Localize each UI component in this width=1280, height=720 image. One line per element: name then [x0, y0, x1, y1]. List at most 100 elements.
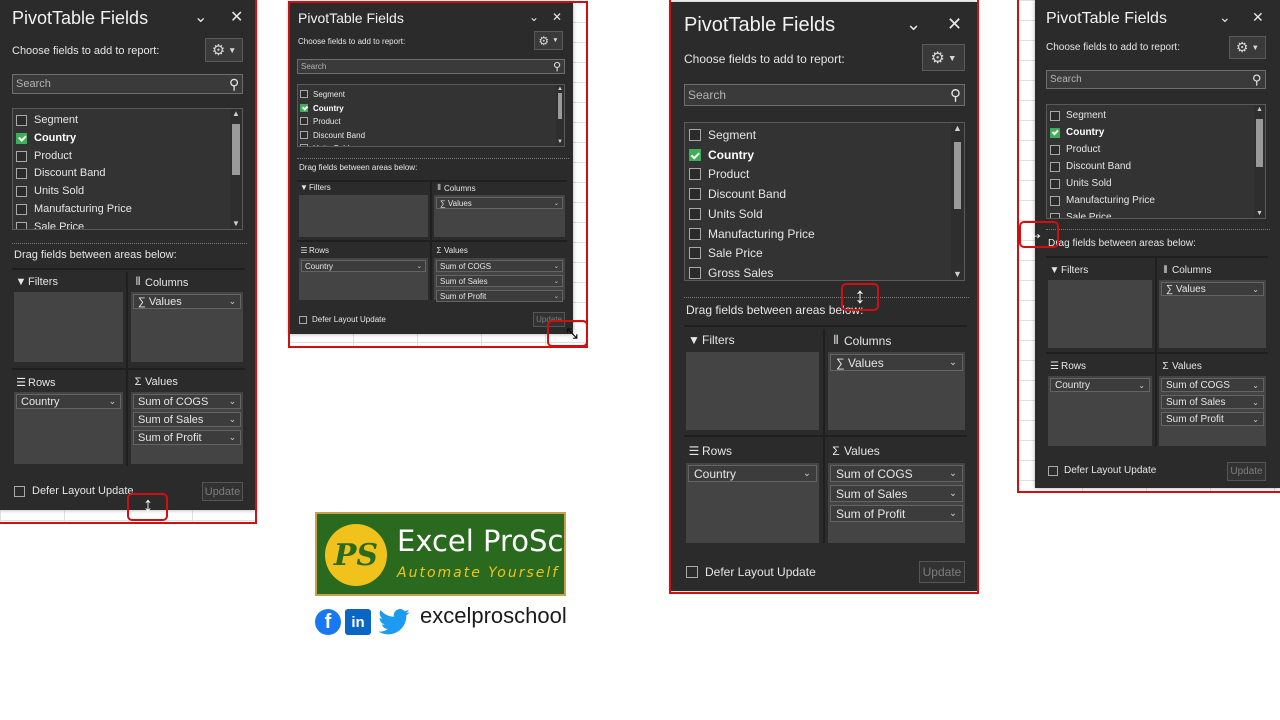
field-chip[interactable]: Sum of Profit ⌄	[830, 505, 963, 522]
field-checkbox[interactable]	[16, 167, 27, 179]
field-item[interactable]: Country	[689, 145, 951, 165]
field-checkbox[interactable]	[689, 208, 701, 220]
field-checkbox[interactable]	[300, 131, 308, 139]
chevron-down-icon[interactable]: ⌄	[109, 396, 116, 407]
chevron-down-icon[interactable]: ⌄	[229, 396, 236, 407]
field-chip[interactable]: Country ⌄	[1050, 378, 1150, 392]
settings-button[interactable]: ⚙ ▼	[205, 38, 243, 62]
field-checkbox[interactable]	[689, 267, 701, 279]
field-checkbox[interactable]	[1050, 144, 1060, 155]
field-item[interactable]: Sale Price	[689, 243, 951, 263]
field-list-scrollbar[interactable]: ▲ ▼	[230, 109, 242, 229]
scroll-down-icon[interactable]: ▼	[1254, 210, 1265, 217]
field-checkbox[interactable]	[1050, 127, 1060, 138]
field-checkbox[interactable]	[689, 168, 701, 180]
field-item[interactable]: Product	[1050, 141, 1254, 158]
defer-layout-update[interactable]: Defer Layout Update	[1048, 465, 1156, 476]
chevron-down-icon[interactable]: ⌄	[1138, 381, 1145, 390]
field-checkbox[interactable]	[1050, 212, 1060, 218]
chevron-down-icon[interactable]: ⌄	[1252, 381, 1259, 390]
field-item[interactable]: Discount Band	[689, 184, 951, 204]
field-checkbox[interactable]	[300, 117, 308, 125]
chevron-down-icon[interactable]: ⌄	[949, 468, 957, 479]
settings-button[interactable]: ⚙ ▼	[922, 44, 965, 71]
chevron-down-icon[interactable]: ⌄	[554, 199, 559, 207]
field-checkbox[interactable]	[1050, 161, 1060, 172]
field-list[interactable]: Segment Country Product Discount Band Units …	[12, 108, 243, 230]
settings-button[interactable]: ⚙ ▼	[534, 31, 563, 50]
chevron-down-icon[interactable]: ⌄	[1252, 398, 1259, 407]
scroll-down-icon[interactable]: ▼	[230, 220, 242, 228]
field-chip[interactable]: Sum of COGS ⌄	[830, 465, 963, 482]
field-item[interactable]: Segment	[689, 125, 951, 145]
field-item[interactable]: Segment	[16, 111, 230, 129]
chevron-down-icon[interactable]: ⌄	[529, 11, 539, 23]
chevron-down-icon[interactable]: ⌄	[949, 508, 957, 519]
scroll-up-icon[interactable]: ▲	[951, 124, 964, 133]
chevron-down-icon[interactable]: ⌄	[554, 277, 559, 285]
scroll-down-icon[interactable]: ▼	[951, 270, 964, 279]
field-list[interactable]: Segment Country Product Discount Band Units …	[684, 122, 965, 281]
field-item[interactable]: Country	[1050, 124, 1254, 141]
filters-area[interactable]	[14, 292, 123, 362]
update-button[interactable]: Update	[533, 312, 565, 327]
field-chip[interactable]: Sum of Sales ⌄	[1161, 395, 1264, 409]
defer-checkbox[interactable]	[299, 315, 307, 324]
field-item[interactable]: Manufacturing Price	[16, 200, 230, 218]
defer-checkbox[interactable]	[14, 485, 25, 497]
field-chip[interactable]: Sum of Sales ⌄	[133, 412, 241, 427]
search-input[interactable]: Search ⚲	[684, 84, 965, 106]
field-item[interactable]: Segment	[300, 87, 556, 101]
scroll-up-icon[interactable]: ▲	[1254, 106, 1265, 113]
field-checkbox[interactable]	[16, 221, 27, 229]
field-checkbox[interactable]	[300, 144, 308, 146]
field-item[interactable]: Sale Price	[1050, 209, 1254, 218]
update-button[interactable]: Update	[202, 482, 243, 501]
search-input[interactable]: Search ⚲	[12, 74, 243, 94]
field-chip[interactable]: ∑ Values ⌄	[1161, 282, 1264, 296]
settings-button[interactable]: ⚙ ▼	[1229, 36, 1266, 59]
field-checkbox[interactable]	[1050, 195, 1060, 206]
field-chip[interactable]: Sum of COGS ⌄	[133, 394, 241, 409]
field-list-scrollbar[interactable]: ▲ ▼	[951, 123, 964, 280]
chevron-down-icon[interactable]: ⌄	[1252, 415, 1259, 424]
field-list-scrollbar[interactable]: ▲ ▼	[1254, 105, 1265, 218]
close-icon[interactable]: ✕	[1252, 10, 1264, 24]
search-input[interactable]: Search ⚲	[1046, 70, 1266, 89]
field-list-scrollbar[interactable]: ▲ ▼	[556, 85, 564, 146]
field-checkbox[interactable]	[689, 129, 701, 141]
scrollbar-thumb[interactable]	[232, 124, 240, 175]
filters-area[interactable]	[299, 195, 428, 237]
chevron-down-icon[interactable]: ⌄	[554, 292, 559, 300]
chevron-down-icon[interactable]: ⌄	[554, 262, 559, 270]
field-checkbox[interactable]	[16, 185, 27, 197]
chevron-down-icon[interactable]: ⌄	[229, 432, 236, 443]
chevron-down-icon[interactable]: ⌄	[229, 414, 236, 425]
field-item[interactable]: Discount Band	[300, 128, 556, 142]
field-chip[interactable]: ∑ Values ⌄	[436, 197, 563, 209]
scroll-up-icon[interactable]: ▲	[230, 110, 242, 118]
field-item[interactable]: Discount Band	[1050, 158, 1254, 175]
twitter-icon[interactable]	[377, 609, 411, 635]
field-item[interactable]: Units Sold	[300, 141, 556, 146]
close-icon[interactable]: ✕	[552, 11, 562, 23]
field-chip[interactable]: ∑ Values ⌄	[830, 354, 963, 371]
field-checkbox[interactable]	[300, 90, 308, 98]
scrollbar-thumb[interactable]	[1256, 119, 1263, 167]
close-icon[interactable]: ✕	[230, 10, 243, 26]
field-checkbox[interactable]	[1050, 110, 1060, 121]
scrollbar-thumb[interactable]	[557, 93, 563, 119]
field-chip[interactable]: Sum of COGS ⌄	[1161, 378, 1264, 392]
field-item[interactable]: Manufacturing Price	[689, 224, 951, 244]
field-checkbox[interactable]	[16, 203, 27, 215]
field-item[interactable]: Gross Sales	[689, 263, 951, 280]
field-item[interactable]: Country	[300, 101, 556, 115]
field-checkbox[interactable]	[1050, 178, 1060, 189]
field-chip[interactable]: Sum of Profit ⌄	[1161, 412, 1264, 426]
field-list[interactable]: Segment Country Product Discount Band Units …	[297, 84, 565, 147]
chevron-down-icon[interactable]: ⌄	[229, 296, 236, 307]
field-item[interactable]: Units Sold	[689, 204, 951, 224]
field-item[interactable]: Product	[16, 147, 230, 165]
field-chip[interactable]: Sum of Sales ⌄	[436, 275, 563, 287]
filters-area[interactable]	[1048, 280, 1152, 348]
